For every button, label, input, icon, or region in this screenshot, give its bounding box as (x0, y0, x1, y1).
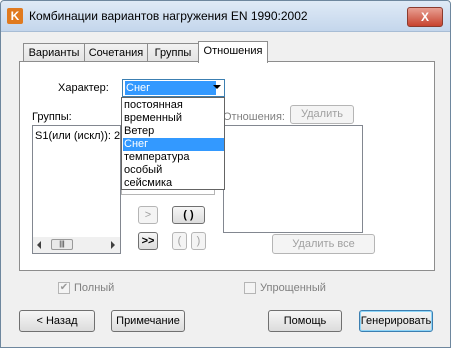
tab-variants[interactable]: Варианты (23, 43, 85, 62)
list-item[interactable]: S1(или (искл)): 2 (35, 130, 120, 142)
dropdown-option[interactable]: сейсмика (123, 177, 224, 190)
dropdown-option[interactable]: временный (123, 112, 224, 125)
dialog-window: K Комбинации вариантов нагружения EN 199… (0, 0, 451, 348)
app-icon: K (7, 8, 23, 24)
character-label: Характер: (58, 82, 109, 94)
add-all-button[interactable]: >> (138, 232, 158, 250)
scroll-left-icon[interactable] (37, 241, 41, 249)
dropdown-option[interactable]: постоянная (123, 99, 224, 112)
help-button[interactable]: Помощь (268, 310, 342, 332)
chevron-down-icon[interactable] (213, 85, 221, 89)
character-dropdown-list[interactable]: постоянная временный Ветер Снег температ… (121, 97, 225, 190)
full-checkbox-label: Полный (74, 282, 115, 294)
relations-label: Отношения: (223, 111, 285, 123)
simplified-checkbox-label: Упрощенный (260, 282, 326, 294)
tab-groups[interactable]: Группы (147, 43, 199, 62)
tab-relations[interactable]: Отношения (198, 41, 268, 63)
note-button[interactable]: Примечание (111, 310, 185, 332)
close-icon: X (420, 10, 429, 24)
character-select[interactable]: Снег (122, 79, 225, 97)
close-button[interactable]: X (407, 7, 443, 27)
dropdown-option[interactable]: температура (123, 151, 224, 164)
add-button[interactable]: > (138, 206, 158, 224)
dropdown-option[interactable]: особый (123, 164, 224, 177)
groups-list[interactable]: S1(или (искл)): 2 (32, 125, 121, 254)
generate-button[interactable]: Генерировать (359, 310, 433, 332)
tab-combinations[interactable]: Сочетания (84, 43, 148, 62)
open-paren-button[interactable]: ( (172, 232, 187, 250)
dropdown-option-selected[interactable]: Снег (123, 138, 224, 151)
paren-pair-button[interactable]: ( ) (172, 206, 205, 224)
window-title: Комбинации вариантов нагружения EN 1990:… (29, 9, 308, 23)
delete-button[interactable]: Удалить (290, 105, 354, 124)
back-button[interactable]: < Назад (19, 310, 95, 332)
dropdown-option[interactable]: Ветер (123, 125, 224, 138)
groups-horizontal-scrollbar[interactable]: ||| (33, 237, 120, 253)
relations-list[interactable] (223, 125, 363, 233)
scroll-right-icon[interactable] (111, 241, 115, 249)
delete-all-button[interactable]: Удалить все (272, 234, 375, 254)
groups-label: Группы: (32, 111, 72, 123)
full-checkbox[interactable]: ✔ (58, 282, 70, 294)
title-bar: K Комбинации вариантов нагружения EN 199… (1, 1, 450, 32)
character-select-value: Снег (125, 81, 216, 95)
scroll-thumb[interactable]: ||| (51, 239, 73, 250)
simplified-checkbox[interactable] (244, 282, 256, 294)
close-paren-button[interactable]: ) (191, 232, 206, 250)
